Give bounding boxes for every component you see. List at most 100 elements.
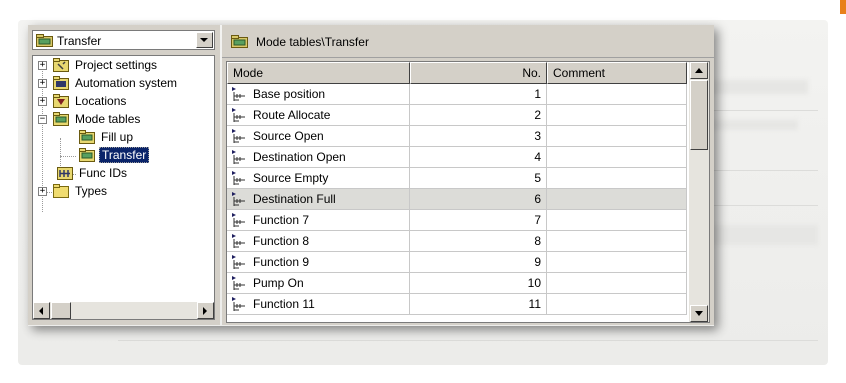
chevron-down-icon[interactable] bbox=[196, 32, 213, 48]
table-row[interactable]: Destination Open 4 bbox=[227, 147, 687, 168]
expand-icon[interactable]: + bbox=[38, 60, 47, 70]
scroll-up-button[interactable] bbox=[690, 62, 708, 79]
tree-item-label: Fill up bbox=[101, 130, 134, 144]
comment-cell[interactable] bbox=[547, 231, 687, 252]
comment-cell[interactable] bbox=[547, 168, 687, 189]
mode-step-icon bbox=[231, 107, 247, 125]
column-header-no[interactable]: No. bbox=[410, 62, 547, 84]
mode-number-cell[interactable]: 9 bbox=[410, 252, 547, 273]
mode-cell[interactable]: Destination Open bbox=[227, 147, 410, 168]
mode-name: Source Open bbox=[253, 129, 324, 143]
scroll-thumb[interactable] bbox=[690, 80, 708, 150]
mode-cell[interactable]: Route Allocate bbox=[227, 105, 410, 126]
table-row[interactable]: Function 7 7 bbox=[227, 210, 687, 231]
mode-name: Source Empty bbox=[253, 171, 329, 185]
func-ids-icon bbox=[57, 167, 73, 180]
table-row[interactable]: Source Open 3 bbox=[227, 126, 687, 147]
comment-cell[interactable] bbox=[547, 210, 687, 231]
mode-step-icon bbox=[231, 86, 247, 104]
scroll-left-button[interactable] bbox=[33, 302, 50, 319]
mode-number-cell[interactable]: 5 bbox=[410, 168, 547, 189]
mode-cell[interactable]: Function 11 bbox=[227, 294, 410, 315]
comment-cell[interactable] bbox=[547, 273, 687, 294]
tree-item-project-settings[interactable]: + Project settings bbox=[38, 56, 159, 74]
table-row[interactable]: Route Allocate 2 bbox=[227, 105, 687, 126]
scroll-down-button[interactable] bbox=[690, 305, 708, 322]
mode-cell[interactable]: Destination Full bbox=[227, 189, 410, 210]
mode-number-cell[interactable]: 4 bbox=[410, 147, 547, 168]
tree-item-fill-up[interactable]: Fill up bbox=[79, 128, 135, 146]
mode-number-cell[interactable]: 11 bbox=[410, 294, 547, 315]
mode-table-grid[interactable]: Mode No. Comment Base position 1 Route All… bbox=[226, 61, 710, 323]
mode-cell[interactable]: Source Open bbox=[227, 126, 410, 147]
arrow-right-icon bbox=[203, 306, 207, 315]
comment-cell[interactable] bbox=[547, 105, 687, 126]
mode-number-cell[interactable]: 7 bbox=[410, 210, 547, 231]
table-row[interactable]: Pump On 10 bbox=[227, 273, 687, 294]
arrow-left-icon bbox=[39, 306, 43, 315]
comment-cell[interactable] bbox=[547, 147, 687, 168]
table-row[interactable]: Source Empty 5 bbox=[227, 168, 687, 189]
mode-table-pane: Mode tables\Transfer Mode No. Comment Ba… bbox=[222, 25, 714, 325]
tree-horizontal-scrollbar[interactable] bbox=[33, 302, 214, 319]
grid-vertical-scrollbar[interactable] bbox=[689, 62, 709, 322]
mode-name: Function 9 bbox=[253, 255, 310, 269]
mode-cell[interactable]: Source Empty bbox=[227, 168, 410, 189]
object-type-combo[interactable]: Transfer bbox=[32, 30, 215, 50]
tree-item-func-ids[interactable]: Func IDs bbox=[57, 164, 129, 182]
comment-cell[interactable] bbox=[547, 252, 687, 273]
grid-header: Mode No. Comment bbox=[227, 62, 687, 84]
mode-cell[interactable]: Function 7 bbox=[227, 210, 410, 231]
tree-item-label: Locations bbox=[75, 94, 127, 108]
mode-number-cell[interactable]: 2 bbox=[410, 105, 547, 126]
mode-cell[interactable]: Function 8 bbox=[227, 231, 410, 252]
mode-number-cell[interactable]: 10 bbox=[410, 273, 547, 294]
automation-folder-icon bbox=[53, 76, 69, 90]
tree-view[interactable]: + Project settings + Automation system + bbox=[32, 55, 215, 320]
mode-number-cell[interactable]: 8 bbox=[410, 231, 547, 252]
scroll-right-button[interactable] bbox=[197, 302, 214, 319]
mode-name: Destination Open bbox=[253, 150, 346, 164]
table-row[interactable]: Function 9 9 bbox=[227, 252, 687, 273]
table-row[interactable]: Destination Full 6 bbox=[227, 189, 687, 210]
path-bar: Mode tables\Transfer bbox=[222, 27, 714, 58]
mode-number-cell[interactable]: 1 bbox=[410, 84, 547, 105]
mode-step-icon bbox=[231, 191, 247, 209]
comment-cell[interactable] bbox=[547, 189, 687, 210]
tree-item-transfer[interactable]: Transfer bbox=[79, 146, 150, 164]
comment-cell[interactable] bbox=[547, 294, 687, 315]
mode-table-icon bbox=[79, 130, 95, 144]
mode-step-icon bbox=[231, 254, 247, 272]
mode-number-cell[interactable]: 6 bbox=[410, 189, 547, 210]
table-row[interactable]: Function 8 8 bbox=[227, 231, 687, 252]
mode-step-icon bbox=[231, 128, 247, 146]
column-header-mode[interactable]: Mode bbox=[227, 62, 410, 84]
table-row[interactable]: Base position 1 bbox=[227, 84, 687, 105]
comment-cell[interactable] bbox=[547, 126, 687, 147]
tree-item-mode-tables[interactable]: − Mode tables bbox=[38, 110, 142, 128]
mode-cell[interactable]: Pump On bbox=[227, 273, 410, 294]
expand-icon[interactable]: + bbox=[38, 186, 47, 196]
scroll-thumb[interactable] bbox=[51, 302, 71, 319]
tree-item-label-selected: Transfer bbox=[99, 147, 150, 163]
mode-step-icon bbox=[231, 275, 247, 293]
tree-item-automation-system[interactable]: + Automation system bbox=[38, 74, 179, 92]
mode-number-cell[interactable]: 3 bbox=[410, 126, 547, 147]
mode-name: Pump On bbox=[253, 276, 304, 290]
tree-item-types[interactable]: + Types bbox=[38, 182, 109, 200]
mode-cell[interactable]: Function 9 bbox=[227, 252, 410, 273]
mode-table-icon bbox=[231, 35, 248, 51]
expand-icon[interactable]: + bbox=[38, 78, 47, 88]
column-header-comment[interactable]: Comment bbox=[547, 62, 687, 84]
mode-step-icon bbox=[231, 170, 247, 188]
mode-name: Base position bbox=[253, 87, 326, 101]
tree-item-label: Project settings bbox=[75, 58, 158, 72]
mode-name: Function 7 bbox=[253, 213, 310, 227]
tree-item-locations[interactable]: + Locations bbox=[38, 92, 128, 110]
table-row[interactable]: Function 11 11 bbox=[227, 294, 687, 315]
expand-icon[interactable]: + bbox=[38, 96, 47, 106]
mode-cell[interactable]: Base position bbox=[227, 84, 410, 105]
tree-item-label: Func IDs bbox=[79, 166, 128, 180]
collapse-icon[interactable]: − bbox=[38, 114, 47, 124]
comment-cell[interactable] bbox=[547, 84, 687, 105]
